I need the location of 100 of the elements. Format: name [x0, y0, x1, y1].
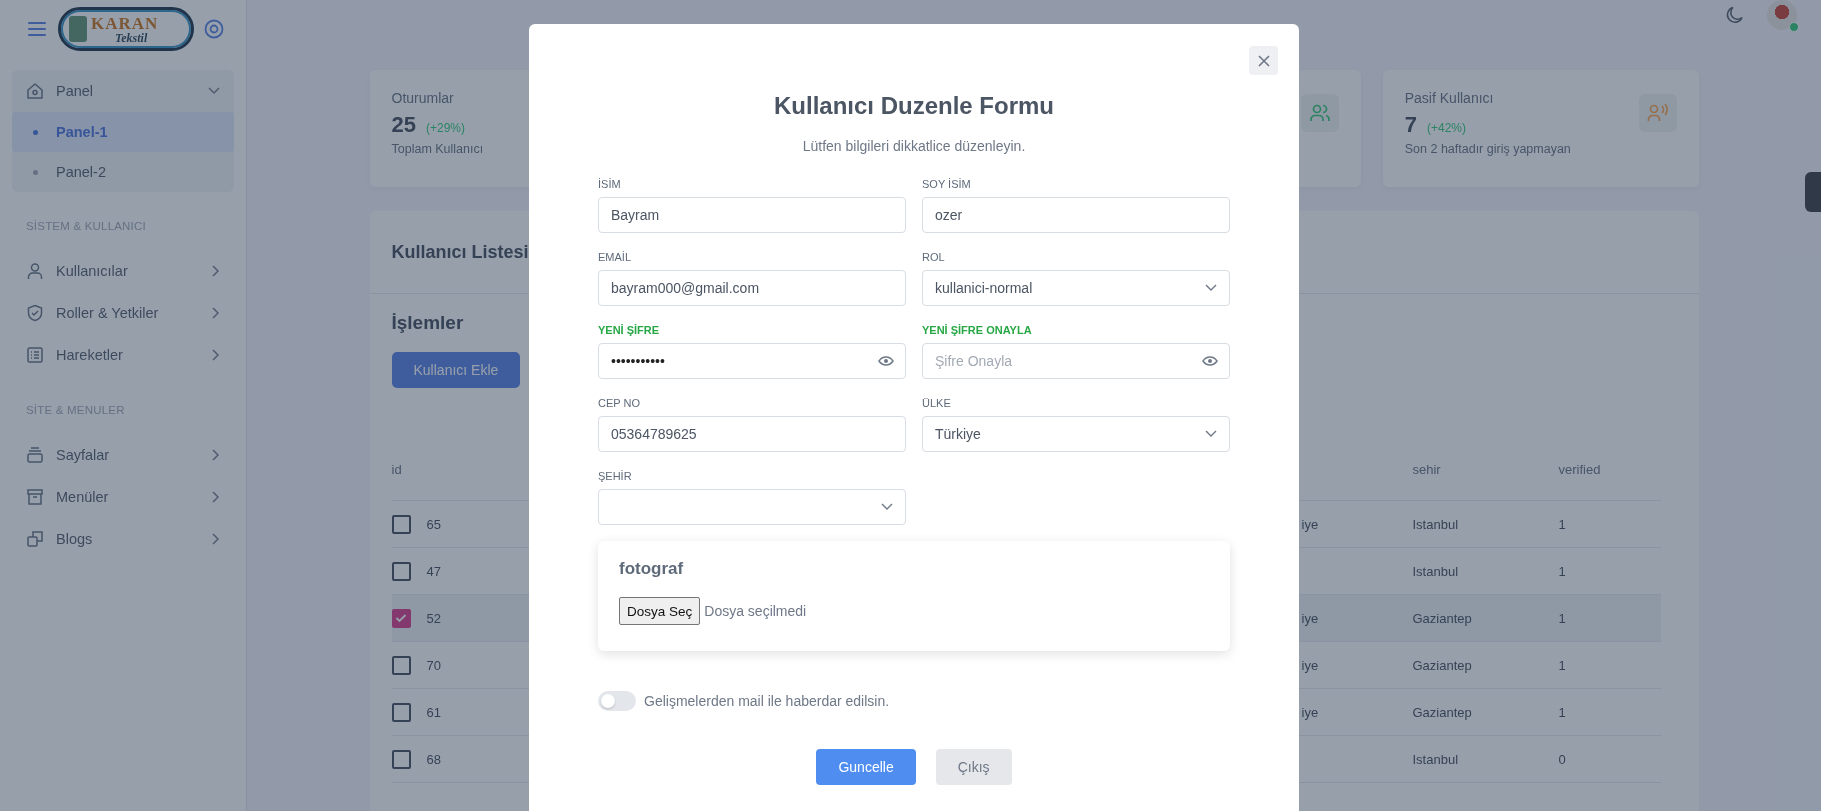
column-header: id: [391, 461, 402, 477]
input-field[interactable]: 05364789625: [598, 416, 906, 452]
checkbox[interactable]: [391, 514, 411, 534]
table-cell: iye: [1301, 657, 1319, 673]
password-field[interactable]: •••••••••••: [598, 343, 906, 379]
table-cell: 1: [1558, 657, 1566, 673]
add-user-button[interactable]: Kullanıcı Ekle: [391, 352, 521, 388]
logo-tagline: Tekstil: [114, 31, 149, 44]
stat-value: 7: [1404, 112, 1417, 138]
table-cell: 47: [426, 563, 441, 579]
exit-button[interactable]: Çıkış: [935, 749, 1012, 785]
nav-label: Hareketler: [56, 347, 124, 363]
nav-label: Sayfalar: [56, 447, 111, 463]
table-cell: iye: [1301, 610, 1319, 626]
chevron-right-icon: [212, 349, 220, 361]
input-field[interactable]: bayram000@gmail.com: [598, 270, 906, 306]
card-title: Kullanıcı Listesi: [391, 241, 529, 263]
nav-item[interactable]: Sayfalar: [12, 434, 234, 476]
nav-label: Menüler: [56, 489, 110, 505]
table-cell: 0: [1558, 751, 1566, 767]
nav-item[interactable]: Blogs: [12, 518, 234, 560]
table-cell: 1: [1558, 563, 1566, 579]
toggle-switch[interactable]: [598, 691, 636, 711]
password-field[interactable]: Şifre Onayla: [922, 343, 1230, 379]
nav-label: Roller & Yetkiler: [56, 305, 160, 321]
table-cell: 52: [426, 610, 441, 626]
field-label: EMAİL: [598, 251, 632, 263]
nav-item[interactable]: Menüler: [12, 476, 234, 518]
nav-item[interactable]: Roller & Yetkiler: [12, 292, 234, 334]
chevron-down-icon: [1205, 284, 1217, 292]
stat-change: (+42%): [1427, 121, 1467, 135]
side-tab[interactable]: [1805, 172, 1821, 212]
stat-note: Son 2 haftadır giriş yapmayan: [1404, 142, 1571, 156]
table-cell: Gaziantep: [1412, 704, 1472, 720]
table-cell: Istanbul: [1412, 516, 1459, 532]
field-label: YENİ ŞİFRE ONAYLA: [922, 324, 1033, 336]
field-label: ROL: [922, 251, 946, 263]
table-cell: iye: [1301, 704, 1319, 720]
nav-subitem[interactable]: Panel-1: [12, 112, 234, 152]
logo-name: KARAN: [91, 14, 159, 32]
checkbox[interactable]: [391, 561, 411, 581]
nav-label: Kullanıcılar: [56, 263, 129, 279]
input-field[interactable]: Bayram: [598, 197, 906, 233]
modal-subtitle: Lütfen bilgileri dikkatlice düzenleyin.: [801, 138, 1027, 154]
chevron-right-icon: [212, 265, 220, 277]
toggle-label: Gelişmelerden mail ile haberdar edilsin.: [644, 693, 890, 709]
field-label: SOY İSİM: [922, 178, 972, 190]
nav-item[interactable]: Panel: [12, 70, 234, 112]
eye-icon[interactable]: [1202, 356, 1218, 366]
stat-change: (+29%): [426, 121, 465, 135]
stat-title: Pasif Kullanıcı: [1404, 90, 1495, 106]
stack-icon: [26, 446, 44, 464]
nav-item[interactable]: Kullanıcılar: [12, 250, 234, 292]
column-header: verified: [1558, 461, 1601, 477]
chevron-down-icon: [1205, 430, 1217, 438]
table-cell: 1: [1558, 610, 1566, 626]
table-cell: Gaziantep: [1412, 610, 1472, 626]
menu-icon[interactable]: [28, 22, 46, 36]
table-cell: Gaziantep: [1412, 657, 1472, 673]
home-icon: [26, 82, 44, 100]
input-field[interactable]: ozer: [922, 197, 1230, 233]
chevron-right-icon: [212, 533, 220, 545]
table-cell: Istanbul: [1412, 563, 1459, 579]
table-cell: 61: [426, 704, 441, 720]
field-label: İSİM: [598, 178, 622, 190]
modal-title: Kullanıcı Duzenle Formu: [773, 92, 1055, 120]
dropdown[interactable]: Türkiye: [922, 416, 1230, 452]
table-cell: 68: [426, 751, 441, 767]
chevron-right-icon: [212, 307, 220, 319]
nav-label: Blogs: [56, 531, 94, 547]
user-icon: [26, 262, 44, 280]
dropdown[interactable]: kullanici-normal: [922, 270, 1230, 306]
chevron-down-icon: [208, 87, 220, 95]
choose-file-button[interactable]: Dosya Seç: [619, 597, 701, 625]
close-button[interactable]: [1249, 46, 1278, 75]
copy-icon: [26, 530, 44, 548]
field-label: CEP NO: [598, 397, 641, 409]
table-cell: 1: [1558, 516, 1566, 532]
table-cell: Istanbul: [1412, 751, 1459, 767]
chevron-right-icon: [212, 491, 220, 503]
table-cell: 65: [426, 516, 441, 532]
avatar[interactable]: [1767, 0, 1797, 30]
checkbox[interactable]: [391, 702, 411, 722]
table-cell: iye: [1301, 516, 1319, 532]
field-label: YENİ ŞİFRE: [598, 324, 661, 336]
nav-subitem[interactable]: Panel-2: [12, 152, 234, 192]
archive-icon: [26, 488, 44, 506]
nav-item[interactable]: Hareketler: [12, 334, 234, 376]
target-icon[interactable]: [204, 19, 224, 39]
checkbox[interactable]: [391, 608, 411, 628]
moon-icon[interactable]: [1725, 5, 1745, 25]
upload-title: fotograf: [619, 559, 685, 579]
logo-emblem-icon: [69, 16, 87, 42]
checkbox[interactable]: [391, 655, 411, 675]
update-button[interactable]: Guncelle: [816, 749, 916, 785]
logo[interactable]: KARAN Tekstil: [58, 7, 194, 51]
list-icon: [26, 346, 44, 364]
eye-icon[interactable]: [878, 356, 894, 366]
chevron-down-icon: [881, 503, 893, 511]
checkbox[interactable]: [391, 749, 411, 769]
